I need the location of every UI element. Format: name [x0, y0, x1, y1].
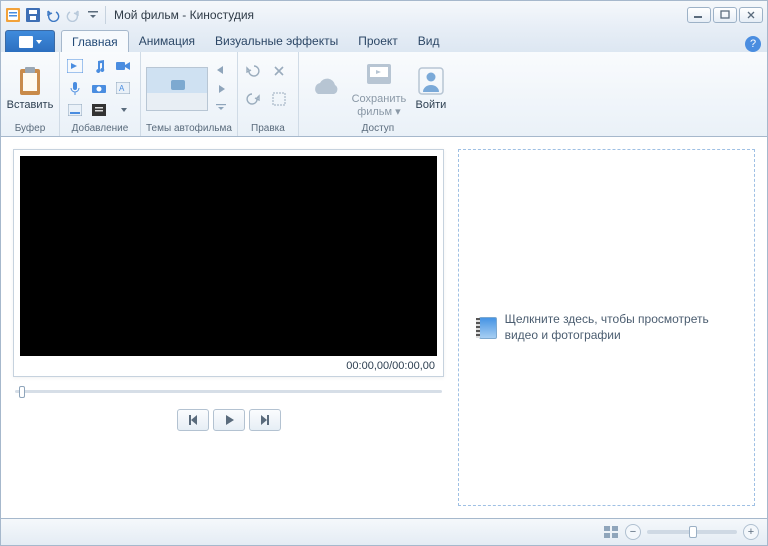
app-icon [5, 7, 21, 23]
add-more-icon[interactable] [113, 101, 133, 119]
scrub-bar[interactable] [15, 385, 442, 397]
user-icon [415, 65, 447, 97]
delete-icon[interactable] [269, 62, 289, 80]
group-label: Правка [251, 123, 285, 136]
add-title-icon[interactable]: A [113, 79, 133, 97]
zoom-in-button[interactable]: + [743, 524, 759, 540]
file-menu-button[interactable] [5, 30, 55, 52]
view-thumb-icon[interactable] [603, 525, 619, 539]
preview-box: 00:00,00/00:00,00 [13, 149, 444, 377]
rotate-right-icon[interactable] [243, 90, 263, 108]
rotate-left-icon[interactable] [243, 62, 263, 80]
add-video-icon[interactable] [65, 57, 85, 75]
group-edit: Правка [238, 52, 299, 136]
tab-effects[interactable]: Визуальные эффекты [205, 30, 348, 52]
add-webcam-icon[interactable] [113, 57, 133, 75]
close-button[interactable] [739, 7, 763, 23]
tab-home[interactable]: Главная [61, 30, 129, 52]
select-all-icon[interactable] [269, 90, 289, 108]
tab-project[interactable]: Проект [348, 30, 408, 52]
zoom-slider[interactable] [647, 530, 737, 534]
tab-view[interactable]: Вид [408, 30, 450, 52]
group-add: A Добавление [60, 52, 141, 136]
status-bar: − + [0, 518, 768, 546]
scrub-thumb[interactable] [19, 386, 25, 398]
ribbon: Вставить Буфер A Добавление [0, 52, 768, 137]
paste-button[interactable]: Вставить [6, 65, 54, 111]
save-icon[interactable] [25, 7, 41, 23]
undo-icon[interactable] [45, 7, 61, 23]
ribbon-tabs: Главная Анимация Визуальные эффекты Прое… [0, 28, 768, 52]
preview-pane: 00:00,00/00:00,00 [1, 137, 456, 518]
group-label: Буфер [15, 123, 46, 136]
svg-text:A: A [119, 84, 125, 93]
play-button[interactable] [213, 409, 245, 431]
content-area: 00:00,00/00:00,00 Щелкните здесь, чтобы … [0, 137, 768, 518]
zoom-out-button[interactable]: − [625, 524, 641, 540]
playback-controls [13, 409, 444, 431]
quick-access-toolbar [5, 7, 101, 23]
file-icon [19, 36, 33, 48]
theme-next-icon[interactable] [211, 80, 231, 98]
add-music-icon[interactable] [89, 57, 109, 75]
save-movie-label: Сохранить фильм ▾ [351, 93, 407, 117]
maximize-button[interactable] [713, 7, 737, 23]
storyboard-area[interactable]: Щелкните здесь, чтобы просмотреть видео … [458, 149, 755, 506]
cloud-icon [310, 72, 342, 104]
redo-icon[interactable] [65, 7, 81, 23]
record-narration-icon[interactable] [65, 79, 85, 97]
timecode: 00:00,00/00:00,00 [20, 356, 437, 374]
group-access: Сохранить фильм ▾ Войти Доступ [299, 52, 457, 136]
storyboard-text: Щелкните здесь, чтобы просмотреть видео … [505, 312, 734, 343]
group-clipboard: Вставить Буфер [1, 52, 60, 136]
theme-prev-icon[interactable] [211, 61, 231, 79]
title-bar: Мой фильм - Киностудия [0, 0, 768, 28]
signin-button[interactable]: Войти [410, 65, 452, 111]
video-preview[interactable] [20, 156, 437, 356]
window-title: Мой фильм - Киностудия [114, 8, 687, 22]
group-themes: Темы автофильма [141, 52, 238, 136]
media-placeholder-icon [479, 317, 497, 339]
signin-label: Войти [416, 99, 447, 111]
chevron-down-icon [36, 40, 42, 44]
clipboard-icon [14, 65, 46, 97]
share-button[interactable] [304, 72, 348, 106]
group-label: Темы автофильма [146, 123, 232, 136]
window-controls [687, 7, 763, 23]
qat-customize-icon[interactable] [85, 7, 101, 23]
tab-animation[interactable]: Анимация [129, 30, 205, 52]
group-label: Добавление [72, 123, 129, 136]
save-movie-icon [363, 59, 395, 91]
scrub-track [15, 390, 442, 393]
zoom-thumb[interactable] [689, 526, 697, 538]
add-credits-icon[interactable] [89, 101, 109, 119]
storyboard-prompt: Щелкните здесь, чтобы просмотреть видео … [459, 312, 754, 343]
paste-label: Вставить [7, 99, 54, 111]
prev-frame-button[interactable] [177, 409, 209, 431]
add-caption-icon[interactable] [65, 101, 85, 119]
theme-expand-icon[interactable] [211, 99, 231, 117]
theme-thumbnail[interactable] [146, 67, 208, 111]
help-icon[interactable]: ? [745, 36, 761, 52]
minimize-button[interactable] [687, 7, 711, 23]
save-movie-button[interactable]: Сохранить фильм ▾ [351, 59, 407, 117]
next-frame-button[interactable] [249, 409, 281, 431]
separator [105, 6, 106, 24]
group-label: Доступ [362, 123, 395, 136]
snapshot-icon[interactable] [89, 79, 109, 97]
